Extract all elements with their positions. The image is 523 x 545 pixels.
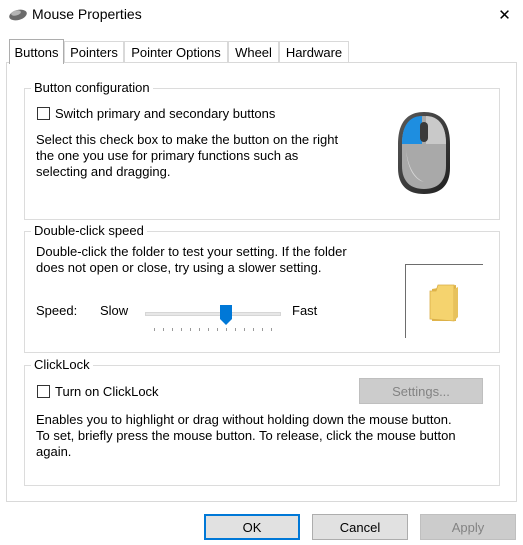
tab-label: Wheel — [235, 44, 272, 60]
tab-label: Buttons — [14, 44, 59, 60]
settings-button[interactable]: Settings... — [359, 378, 483, 404]
slider-tick — [181, 328, 182, 331]
tab-buttons[interactable]: Buttons — [9, 39, 64, 64]
group-label: Button configuration — [31, 80, 153, 95]
speed-label: Speed: — [36, 303, 78, 318]
tab-label: Hardware — [285, 44, 343, 60]
tab-pointer-options[interactable]: Pointer Options — [124, 41, 228, 62]
title-bar: Mouse Properties ✕ — [0, 0, 523, 30]
slider-tick — [253, 328, 254, 331]
group-label: Double-click speed — [31, 223, 147, 238]
slider-tick — [226, 328, 227, 331]
ok-button[interactable]: OK — [204, 514, 300, 540]
tab-label: Pointers — [70, 44, 118, 60]
slider-tick — [271, 328, 272, 331]
slider-tick — [217, 328, 218, 331]
slider-tick — [262, 328, 263, 331]
switch-buttons-label[interactable]: Switch primary and secondary buttons — [55, 106, 275, 122]
slider-tick — [154, 328, 155, 331]
mouse-icon — [394, 110, 454, 196]
slider-tick — [163, 328, 164, 331]
slider-tick — [235, 328, 236, 331]
switch-buttons-checkbox[interactable] — [37, 107, 50, 120]
clicklock-label[interactable]: Turn on ClickLock — [55, 384, 159, 400]
close-icon: ✕ — [498, 7, 511, 24]
clicklock-description-line: To set, briefly press the mouse button. … — [36, 428, 456, 443]
close-button[interactable]: ✕ — [486, 0, 523, 30]
slow-label: Slow — [100, 303, 129, 318]
double-click-speed-slider-track[interactable] — [145, 312, 281, 316]
double-click-description-line: Double-click the folder to test your set… — [36, 244, 347, 259]
double-click-test-area[interactable] — [405, 264, 483, 338]
clicklock-description-line: Enables you to highlight or drag without… — [36, 412, 452, 427]
tab-pointers[interactable]: Pointers — [64, 41, 124, 62]
slider-tick — [208, 328, 209, 331]
mouse-app-icon — [8, 7, 28, 21]
fast-label: Fast — [292, 303, 318, 318]
slider-tick — [199, 328, 200, 331]
clicklock-description-line: again. — [36, 444, 72, 459]
tab-label: Pointer Options — [131, 44, 221, 60]
folder-icon[interactable] — [426, 281, 462, 323]
group-label: ClickLock — [31, 357, 93, 372]
slider-tick — [172, 328, 173, 331]
window-title: Mouse Properties — [32, 6, 142, 22]
slider-thumb[interactable] — [219, 304, 233, 326]
clicklock-checkbox[interactable] — [37, 385, 50, 398]
double-click-description-line: does not open or close, try using a slow… — [36, 260, 322, 275]
apply-button[interactable]: Apply — [420, 514, 516, 540]
button-config-description-line: selecting and dragging. — [36, 164, 171, 179]
cancel-button[interactable]: Cancel — [312, 514, 408, 540]
tab-hardware[interactable]: Hardware — [279, 41, 349, 62]
slider-tick — [244, 328, 245, 331]
slider-tick — [190, 328, 191, 331]
button-config-description-line: the one you use for primary functions su… — [36, 148, 299, 163]
button-config-description-line: Select this check box to make the button… — [36, 132, 339, 147]
tab-wheel[interactable]: Wheel — [228, 41, 279, 62]
